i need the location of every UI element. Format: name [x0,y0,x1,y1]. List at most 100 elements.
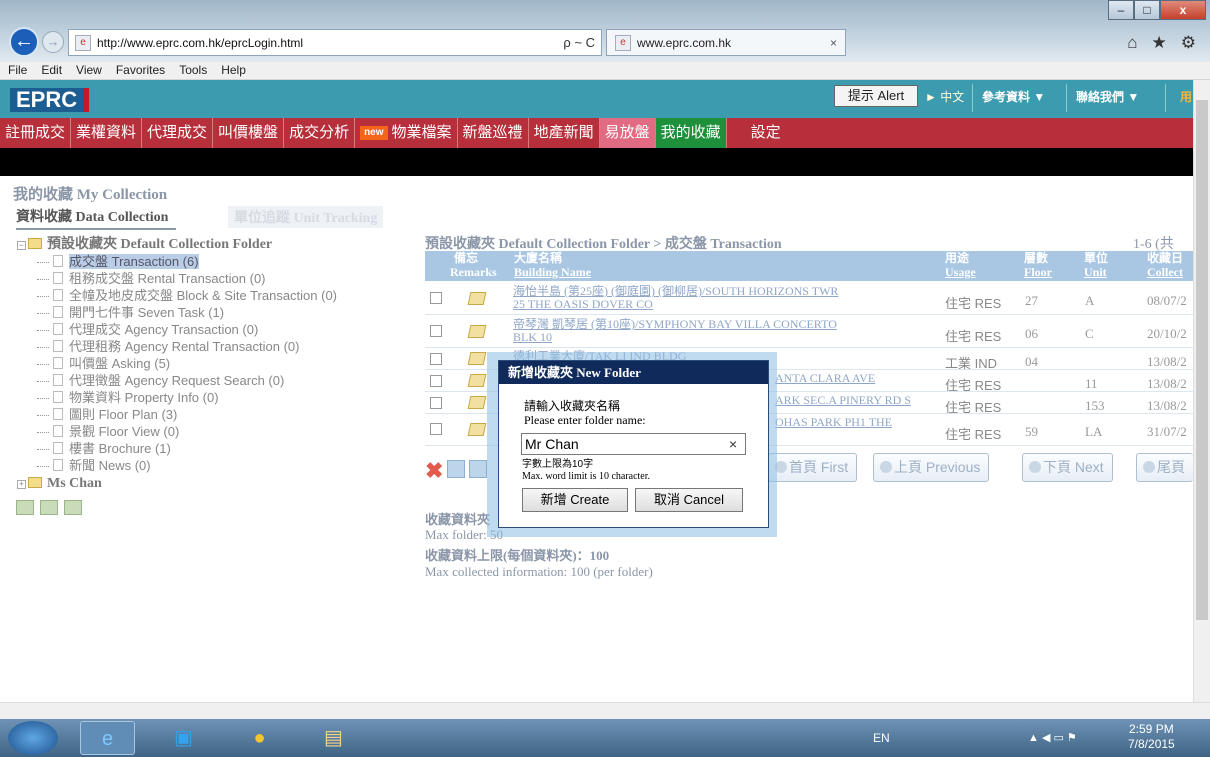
edit-folder-icon[interactable] [40,500,58,515]
row-checkbox[interactable] [430,292,442,304]
copy-icon[interactable] [447,460,466,478]
address-tools[interactable]: ρ ~ C [563,35,595,50]
back-button[interactable]: ← [9,27,39,57]
menu-tools[interactable]: Tools [179,62,207,79]
media-player-icon[interactable]: ▣ [156,721,211,755]
favorites-star-icon[interactable]: ★ [1152,33,1167,53]
building-name-link[interactable]: ARK SEC.A PINERY RD S [775,394,945,407]
building-name-link[interactable]: 帝琴灣 凱琴居 (第10座)/SYMPHONY BAY VILLA CONCER… [513,318,938,344]
add-folder-icon[interactable] [16,500,34,515]
nav-transaction-analysis[interactable]: 成交分析 [284,118,356,148]
internet-explorer-icon[interactable]: e [80,721,135,755]
menu-help[interactable]: Help [221,62,246,79]
nav-ownership-data[interactable]: 業權資料 [71,118,143,148]
home-icon[interactable]: ⌂ [1127,33,1137,53]
menu-favorites[interactable]: Favorites [116,62,165,79]
nav-registered-transactions[interactable]: 註冊成交 [0,118,72,148]
language-link[interactable]: ► 中文 [925,88,964,105]
remark-note-icon[interactable] [467,352,487,365]
reference-menu[interactable]: 參考資料 ▼ [982,88,1045,105]
tree-item-floor-plan[interactable]: 圖則 Floor Plan (3) [17,406,417,423]
building-name-link[interactable]: 海怡半島 (第25座) (御庭園) (御柳居)/SOUTH HORIZONS T… [513,285,938,311]
last-page-button[interactable]: 尾頁 [1136,453,1193,482]
tree-item-floor-view[interactable]: 景觀 Floor View (0) [17,423,417,440]
tree-item-agency-request[interactable]: 代理徵盤 Agency Request Search (0) [17,372,417,389]
row-checkbox[interactable] [430,325,442,337]
next-page-button[interactable]: 下頁 Next [1022,453,1113,482]
nav-new-developments[interactable]: 新盤巡禮 [458,118,529,148]
nav-easy-listing[interactable]: 易放盤 [599,118,656,148]
col-usage[interactable]: 用途 Usage [945,251,976,279]
forward-button[interactable]: → [42,31,64,53]
scroll-thumb[interactable] [1196,100,1208,620]
remark-note-icon[interactable] [467,396,487,409]
building-name-link[interactable]: ANTA CLARA AVE [775,372,945,385]
tab-close-icon[interactable]: × [830,36,837,50]
tree-item-news[interactable]: 新聞 News (0) [17,457,417,474]
nav-agency-transactions[interactable]: 代理成交 [142,118,214,148]
row-checkbox[interactable] [430,375,442,387]
expand-icon[interactable]: + [17,480,26,489]
tree-item-brochure[interactable]: 樓書 Brochure (1) [17,440,417,457]
address-bar[interactable]: e http://www.eprc.com.hk/eprcLogin.html … [68,29,602,56]
nav-settings[interactable]: 設定 [727,118,805,148]
table-row[interactable]: 海怡半島 (第25座) (御庭園) (御柳居)/SOUTH HORIZONS T… [425,283,1193,315]
system-tray-icons[interactable]: ▲ ◀ ▭ ⚑ [1028,731,1077,744]
eprc-logo[interactable]: EPRC [10,88,90,112]
nav-my-collection[interactable]: 我的收藏 [655,118,727,148]
maximize-button[interactable]: □ [1134,0,1160,20]
table-row[interactable]: 帝琴灣 凱琴居 (第10座)/SYMPHONY BAY VILLA CONCER… [425,316,1193,348]
user-menu[interactable]: 用 [1180,88,1192,105]
col-unit[interactable]: 單位 Unit [1084,251,1108,279]
col-building[interactable]: 大廈名稱 Building Name [514,251,591,279]
file-explorer-icon[interactable]: ▤ [306,721,361,755]
building-name-link[interactable]: OHAS PARK PH1 THE [775,416,945,429]
close-window-button[interactable]: x [1160,0,1206,20]
menu-edit[interactable]: Edit [41,62,62,79]
row-checkbox[interactable] [430,397,442,409]
remark-note-icon[interactable] [467,325,487,338]
clear-input-icon[interactable]: × [729,436,737,452]
previous-page-button[interactable]: 上頁 Previous [873,453,990,482]
tab-data-collection[interactable]: 資料收藏 Data Collection [16,206,177,230]
collapse-icon[interactable]: − [17,241,26,250]
first-page-button[interactable]: 首頁 First [768,453,858,482]
remark-note-icon[interactable] [467,423,487,436]
language-indicator[interactable]: EN [873,731,890,745]
folder-name-input[interactable]: Mr Chan [521,433,746,455]
nav-property-files[interactable]: new 物業檔案 [355,118,458,148]
chrome-icon[interactable]: ● [232,721,287,755]
delete-folder-icon[interactable] [64,500,82,515]
menu-view[interactable]: View [76,62,102,79]
col-floor[interactable]: 層數 Floor [1024,251,1052,279]
tree-item-agency-transaction[interactable]: 代理成交 Agency Transaction (0) [17,321,417,338]
clock[interactable]: 2:59 PM 7/8/2015 [1128,722,1175,752]
tree-user-folder[interactable]: + Ms Chan [17,475,417,492]
create-button[interactable]: 新增 Create [522,488,628,512]
start-button[interactable] [8,721,58,755]
tree-root-folder[interactable]: − 預設收藏夾 Default Collection Folder [17,236,417,253]
remark-note-icon[interactable] [467,292,487,305]
col-collect-date[interactable]: 收藏日 Collect [1147,251,1183,279]
nav-asking-listings[interactable]: 叫價樓盤 [213,118,285,148]
browser-tab[interactable]: e www.eprc.com.hk × [606,29,846,56]
tree-item-property-info[interactable]: 物業資料 Property Info (0) [17,389,417,406]
row-checkbox[interactable] [430,353,442,365]
tree-item-seven-task[interactable]: 開門七件事 Seven Task (1) [17,304,417,321]
remark-note-icon[interactable] [467,374,487,387]
minimize-button[interactable]: – [1108,0,1134,20]
horizontal-scrollbar[interactable] [0,702,1210,719]
tree-item-block-site[interactable]: 全幢及地皮成交盤 Block & Site Transaction (0) [17,287,417,304]
move-icon[interactable] [469,460,488,478]
dialog-title[interactable]: 新增收藏夾 New Folder [499,361,768,384]
nav-property-news[interactable]: 地產新聞 [529,118,600,148]
tab-unit-tracking[interactable]: 單位追蹤 Unit Tracking [228,206,384,228]
contact-menu[interactable]: 聯絡我們 ▼ [1076,88,1139,105]
vertical-scrollbar[interactable] [1193,80,1210,702]
settings-gear-icon[interactable]: ⚙ [1181,33,1196,53]
tree-item-asking[interactable]: 叫價盤 Asking (5) [17,355,417,372]
tree-item-agency-rental[interactable]: 代理租務 Agency Rental Transaction (0) [17,338,417,355]
delete-icon[interactable]: ✖ [425,460,443,482]
menu-file[interactable]: File [8,62,27,79]
cancel-button[interactable]: 取消 Cancel [635,488,743,512]
